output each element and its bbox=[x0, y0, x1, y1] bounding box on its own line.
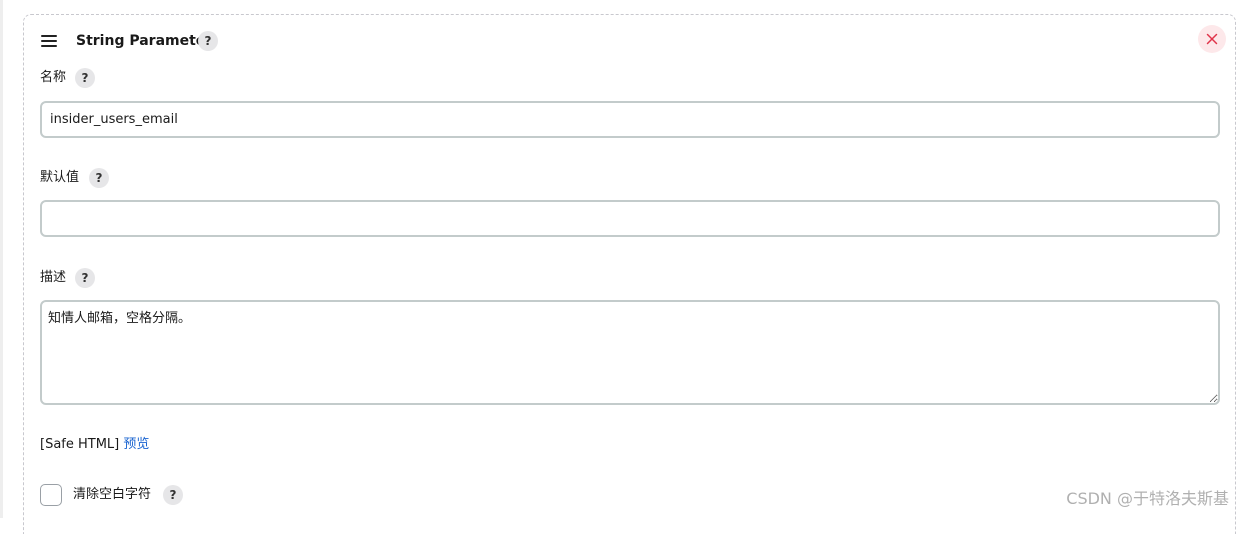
left-edge-strip bbox=[0, 0, 3, 518]
description-help-button[interactable]: ? bbox=[75, 268, 95, 288]
default-value-help-button[interactable]: ? bbox=[89, 168, 109, 188]
string-parameter-card bbox=[23, 14, 1236, 534]
trim-help-button[interactable]: ? bbox=[163, 485, 183, 505]
title-help-button[interactable]: ? bbox=[198, 31, 218, 51]
description-label: 描述 bbox=[40, 270, 67, 285]
description-textarea[interactable]: 知情人邮箱，空格分隔。 bbox=[40, 300, 1220, 405]
name-input[interactable] bbox=[40, 101, 1220, 138]
default-value-label: 默认值 bbox=[40, 170, 80, 185]
drag-handle-icon[interactable] bbox=[40, 34, 58, 48]
remove-parameter-button[interactable] bbox=[1198, 25, 1226, 53]
default-value-input[interactable] bbox=[40, 200, 1220, 237]
trim-checkbox-label[interactable]: 清除空白字符 bbox=[73, 486, 151, 504]
name-help-button[interactable]: ? bbox=[75, 68, 95, 88]
safe-html-note: [Safe HTML] 预览 bbox=[40, 436, 149, 454]
card-title: String Parameter bbox=[76, 33, 213, 49]
trim-checkbox[interactable] bbox=[40, 484, 62, 506]
preview-link[interactable]: 预览 bbox=[123, 437, 149, 452]
safe-html-label: [Safe HTML] bbox=[40, 437, 120, 452]
close-icon bbox=[1206, 33, 1218, 45]
name-label: 名称 bbox=[40, 70, 67, 85]
watermark: CSDN @于特洛夫斯基 bbox=[1066, 489, 1229, 508]
